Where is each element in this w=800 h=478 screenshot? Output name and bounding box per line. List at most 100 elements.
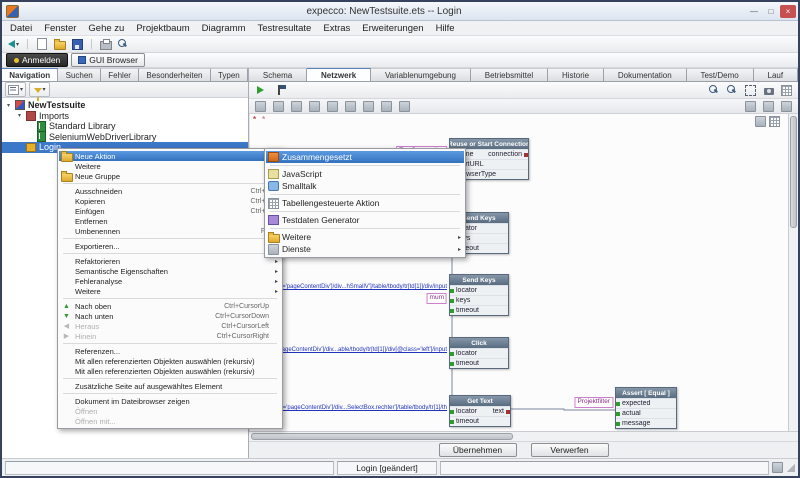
- tree-item-imports[interactable]: ▾Imports: [2, 111, 248, 122]
- search-button[interactable]: [116, 38, 131, 51]
- menu-testresultate[interactable]: Testresultate: [251, 21, 317, 35]
- menu-item-smalltalk[interactable]: Smalltalk: [266, 180, 464, 192]
- tab-betriebsmittel[interactable]: Betriebsmittel: [471, 68, 548, 81]
- block-send-keys[interactable]: Send Keyslocatorkeystimeout: [449, 274, 509, 316]
- menu-item-javascript[interactable]: JavaScript: [266, 168, 464, 180]
- menu-item-dienste[interactable]: Dienste▸: [266, 243, 464, 255]
- menu-item-öffnen-mit[interactable]: Öffnen mit...: [59, 416, 281, 426]
- menu-item-öffnen[interactable]: Öffnen: [59, 406, 281, 416]
- block-click[interactable]: Clicklocatortimeout: [449, 337, 509, 369]
- connector-button[interactable]: [307, 100, 322, 113]
- menu-projektbaum[interactable]: Projektbaum: [130, 21, 195, 35]
- menu-item-neue-gruppe[interactable]: Neue Gruppe: [59, 171, 281, 181]
- add-action-button[interactable]: [271, 100, 286, 113]
- menu-item-zusätzliche-seite-auf-ausgewähltes-element[interactable]: Zusätzliche Seite auf ausgewähltes Eleme…: [59, 381, 281, 391]
- menu-item-weitere[interactable]: Weitere▸: [266, 231, 464, 243]
- menu-item-referenzen[interactable]: Referenzen...: [59, 346, 281, 356]
- save-button[interactable]: [70, 38, 85, 51]
- menu-item-mit-allen-referenzierten-objekten-auswählen-rekursiv[interactable]: Mit allen referenzierten Objekten auswäh…: [59, 366, 281, 376]
- new-document-button[interactable]: [34, 38, 49, 51]
- menu-item-neue-aktion[interactable]: Neue Aktion▸: [59, 151, 281, 161]
- collapse-all-button[interactable]: [743, 100, 758, 113]
- expand-all-button[interactable]: [761, 100, 776, 113]
- anmelden-button[interactable]: Anmelden: [6, 53, 68, 67]
- menu-item-nach-oben[interactable]: ▲Nach obenCtrl+CursorUp: [59, 301, 281, 311]
- resize-grip-icon[interactable]: [786, 463, 795, 472]
- input-pin[interactable]: [450, 299, 454, 303]
- tab-besonderheiten[interactable]: Besonderheiten: [139, 68, 211, 81]
- menu-item-mit-allen-referenzierten-objekten-auswählen-rekursiv[interactable]: Mit allen referenzierten Objekten auswäh…: [59, 356, 281, 366]
- input-pin[interactable]: [616, 422, 620, 426]
- maximize-button[interactable]: □: [763, 5, 779, 18]
- tab-historie[interactable]: Historie: [548, 68, 604, 81]
- input-pin[interactable]: [450, 410, 454, 414]
- tab-netzwerk[interactable]: Netzwerk: [307, 68, 371, 81]
- input-pin[interactable]: [450, 362, 454, 366]
- expander-icon[interactable]: ▾: [5, 102, 12, 109]
- tab-dokumentation[interactable]: Dokumentation: [604, 68, 687, 81]
- minimize-button[interactable]: —: [746, 5, 762, 18]
- menu-item-nach-unten[interactable]: ▼Nach untenCtrl+CursorDown: [59, 311, 281, 321]
- menu-gehe-zu[interactable]: Gehe zu: [82, 21, 130, 35]
- menu-item-fehleranalyse[interactable]: Fehleranalyse▸: [59, 276, 281, 286]
- tab-navigation[interactable]: Navigation: [2, 68, 58, 81]
- tab-fehler[interactable]: Fehler: [101, 68, 139, 81]
- gui-browser-button[interactable]: GUI Browser: [71, 53, 145, 67]
- input-pin[interactable]: [450, 309, 454, 313]
- menu-item-hinein[interactable]: ▶HineinCtrl+CursorRight: [59, 331, 281, 341]
- auto-layout-button[interactable]: [379, 100, 394, 113]
- block-assert-equal[interactable]: Assert [ Equal ]expectedactualmessage: [615, 387, 677, 429]
- tree-item-newtestsuite[interactable]: ▾NewTestsuite: [2, 100, 248, 111]
- tab-lauf[interactable]: Lauf: [754, 68, 798, 81]
- uebernehmen-button[interactable]: Übernehmen: [439, 443, 517, 457]
- flag-button[interactable]: [271, 84, 286, 97]
- menu-item-ausschneiden[interactable]: AusschneidenCtrl+x: [59, 186, 281, 196]
- tree-view-dropdown[interactable]: ▾: [5, 82, 26, 97]
- literal-value-label[interactable]: Projektfilter: [574, 397, 613, 408]
- vertical-scrollbar-thumb[interactable]: [790, 116, 797, 228]
- menu-fenster[interactable]: Fenster: [38, 21, 82, 35]
- select-tool-button[interactable]: [253, 100, 268, 113]
- camera-button[interactable]: [761, 84, 776, 97]
- input-pin[interactable]: [616, 412, 620, 416]
- input-pin[interactable]: [616, 402, 620, 406]
- menu-item-dokument-im-dateibrowser-zeigen[interactable]: Dokument im Dateibrowser zeigen: [59, 396, 281, 406]
- filter-dropdown[interactable]: ▾: [29, 82, 50, 97]
- verwerfen-button[interactable]: Verwerfen: [531, 443, 609, 457]
- input-pin[interactable]: [450, 352, 454, 356]
- expander-icon[interactable]: ▾: [16, 112, 23, 119]
- zoom-out-button[interactable]: [707, 84, 722, 97]
- menu-item-testdaten-generator[interactable]: Testdaten Generator: [266, 214, 464, 226]
- menu-item-weitere[interactable]: Weitere▸: [59, 161, 281, 171]
- back-button[interactable]: ▾: [6, 38, 21, 51]
- connection-edge[interactable]: [509, 409, 615, 410]
- horizontal-scrollbar[interactable]: [249, 431, 798, 441]
- align-top-button[interactable]: [343, 100, 358, 113]
- tab-schema[interactable]: Schema: [249, 68, 307, 81]
- print-button[interactable]: [98, 38, 113, 51]
- menu-hilfe[interactable]: Hilfe: [430, 21, 461, 35]
- vertical-scrollbar[interactable]: [788, 114, 798, 431]
- zoom-in-button[interactable]: [725, 84, 740, 97]
- close-button[interactable]: ×: [780, 5, 796, 18]
- horizontal-scrollbar-thumb[interactable]: [251, 433, 513, 440]
- align-left-button[interactable]: [325, 100, 340, 113]
- menu-item-kopieren[interactable]: KopierenCtrl+c: [59, 196, 281, 206]
- output-pin[interactable]: [506, 410, 510, 414]
- input-pin[interactable]: [450, 420, 454, 424]
- menu-item-zusammengesetzt[interactable]: Zusammengesetzt: [266, 151, 464, 163]
- add-comment-button[interactable]: [289, 100, 304, 113]
- menu-item-umbenennen[interactable]: UmbenennenF2: [59, 226, 281, 236]
- menu-item-entfernen[interactable]: Entfernen: [59, 216, 281, 226]
- menu-item-einfügen[interactable]: EinfügenCtrl+v: [59, 206, 281, 216]
- menu-item-exportieren[interactable]: Exportieren...▸: [59, 241, 281, 251]
- tree-item-standard-library[interactable]: Standard Library: [2, 121, 248, 132]
- menu-diagramm[interactable]: Diagramm: [196, 21, 252, 35]
- menu-item-heraus[interactable]: ◀HerausCtrl+CursorLeft: [59, 321, 281, 331]
- snap-grid-button[interactable]: [397, 100, 412, 113]
- menu-item-semantische-eigenschaften[interactable]: Semantische Eigenschaften▸: [59, 266, 281, 276]
- literal-value-label[interactable]: mum: [427, 293, 447, 304]
- menu-item-weitere[interactable]: Weitere▸: [59, 286, 281, 296]
- grid-button[interactable]: [779, 84, 794, 97]
- tab-variablenumgebung[interactable]: Variablenumgebung: [371, 68, 471, 81]
